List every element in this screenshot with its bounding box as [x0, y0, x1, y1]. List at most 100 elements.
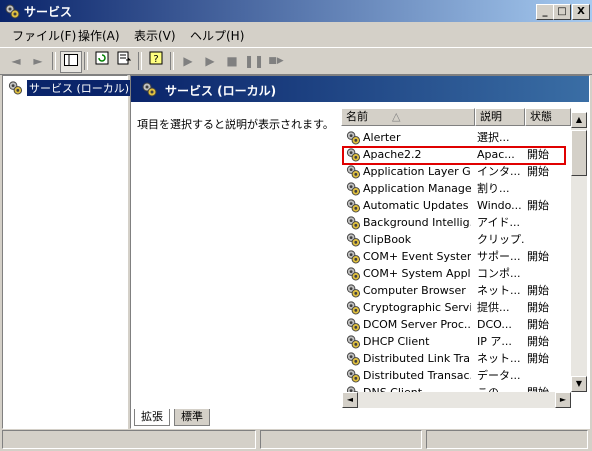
- service-gear-icon: [346, 250, 361, 264]
- toolbar-separator: [84, 52, 88, 70]
- menu-file[interactable]: ファイル(F): [12, 27, 76, 44]
- svg-text:?: ?: [153, 54, 158, 65]
- service-status: 開始: [527, 352, 549, 365]
- scroll-thumb[interactable]: [571, 130, 587, 176]
- toolbar-separator: [170, 52, 174, 70]
- service-gear-icon: [346, 233, 361, 247]
- service-description: データ...: [477, 369, 521, 382]
- service-gear-icon: [346, 216, 361, 230]
- service-gear-icon: [346, 199, 361, 213]
- service-name: DCOM Server Proc...: [363, 318, 471, 331]
- list-item[interactable]: DHCP Client IP ア... 開始: [341, 333, 571, 350]
- service-gear-icon: [346, 318, 361, 332]
- stop-service-icon[interactable]: ■: [222, 51, 242, 71]
- back-arrow-icon[interactable]: ◄: [6, 51, 26, 71]
- list-item[interactable]: COM+ Event System サポー... 開始: [341, 248, 571, 265]
- column-header-status[interactable]: 状態: [525, 108, 571, 126]
- service-name: Distributed Link Tra...: [363, 352, 471, 365]
- window-title: サービス: [24, 5, 73, 19]
- list-item[interactable]: DCOM Server Proc... DCO... 開始: [341, 316, 571, 333]
- minimize-button[interactable]: _: [536, 4, 554, 20]
- scroll-down-arrow-icon[interactable]: ▼: [571, 376, 587, 392]
- list-item[interactable]: Application Layer G... インタ... 開始: [341, 163, 571, 180]
- details-pane: サービス (ローカル) 項目を選択すると説明が表示されます。 名前 △ 説明 状…: [130, 75, 590, 429]
- list-item[interactable]: Automatic Updates Windo... 開始: [341, 197, 571, 214]
- service-name: Background Intellig...: [363, 216, 471, 229]
- sort-ascending-icon: △: [392, 110, 401, 123]
- status-panel: [426, 430, 588, 449]
- service-status: 開始: [527, 165, 549, 178]
- service-status: 開始: [527, 301, 549, 314]
- service-name: Application Layer G...: [363, 165, 471, 178]
- list-item[interactable]: Background Intellig... アイド...: [341, 214, 571, 231]
- service-name: Application Manage...: [363, 182, 471, 195]
- service-name: Distributed Transac...: [363, 369, 471, 382]
- scroll-up-arrow-icon[interactable]: ▲: [571, 112, 587, 128]
- tab-standard[interactable]: 標準: [174, 409, 210, 426]
- details-header: サービス (ローカル): [131, 76, 589, 102]
- menu-view[interactable]: 表示(V): [134, 27, 176, 44]
- menu-help[interactable]: ヘルプ(H): [190, 27, 244, 44]
- column-header-name[interactable]: 名前 △: [341, 108, 475, 126]
- menu-bar: ファイル(F) 操作(A) 表示(V) ヘルプ(H): [0, 24, 592, 44]
- service-gear-icon: [346, 352, 361, 366]
- vertical-scrollbar[interactable]: ▲ ▼: [571, 112, 587, 392]
- pause-service-icon[interactable]: ❚❚: [244, 51, 264, 71]
- service-gear-icon: [346, 165, 361, 179]
- service-gear-icon: [346, 301, 361, 315]
- services-gear-icon: [5, 4, 20, 19]
- scroll-right-arrow-icon[interactable]: ►: [555, 392, 571, 408]
- view-tabs: 拡張 標準: [130, 409, 330, 427]
- export-list-button[interactable]: [114, 51, 134, 71]
- service-description: サポー...: [477, 250, 521, 263]
- list-item[interactable]: Alerter 選択...: [341, 129, 571, 146]
- start-service-icon[interactable]: ▶: [178, 51, 198, 71]
- scroll-left-arrow-icon[interactable]: ◄: [342, 392, 358, 408]
- service-description: Windo...: [477, 199, 522, 212]
- service-description: インタ...: [477, 165, 521, 178]
- list-item[interactable]: Application Manage... 割り...: [341, 180, 571, 197]
- list-item[interactable]: Distributed Link Tra... ネット... 開始: [341, 350, 571, 367]
- help-button[interactable]: ?: [146, 51, 166, 71]
- list-item[interactable]: Cryptographic Servi... 提供... 開始: [341, 299, 571, 316]
- list-item[interactable]: Distributed Transac... データ...: [341, 367, 571, 384]
- service-gear-icon: [346, 131, 361, 145]
- close-button[interactable]: X: [572, 4, 590, 20]
- apache-row-highlight: [342, 146, 566, 165]
- service-status: 開始: [527, 335, 549, 348]
- service-description: クリップ...: [477, 233, 525, 246]
- horizontal-scrollbar[interactable]: ◄ ►: [342, 392, 571, 408]
- status-panel: [260, 430, 422, 449]
- service-gear-icon: [346, 335, 361, 349]
- show-tree-button[interactable]: [60, 51, 82, 73]
- service-description: アイド...: [477, 216, 520, 229]
- service-description: 割り...: [477, 182, 510, 195]
- list-item[interactable]: ClipBook クリップ...: [341, 231, 571, 248]
- service-description: IP ア...: [477, 335, 512, 348]
- toolbar-separator: [138, 52, 142, 70]
- service-description: ネット...: [477, 352, 521, 365]
- status-bar: [2, 430, 590, 449]
- list-item[interactable]: COM+ System Appl... コンポ...: [341, 265, 571, 282]
- status-panel: [2, 430, 256, 449]
- service-status: 開始: [527, 250, 549, 263]
- service-description: 選択...: [477, 131, 510, 144]
- tab-extended[interactable]: 拡張: [134, 409, 170, 426]
- list-item[interactable]: Computer Browser ネット... 開始: [341, 282, 571, 299]
- menu-action[interactable]: 操作(A): [78, 27, 120, 44]
- services-gear-icon: [142, 82, 157, 97]
- description-text: 項目を選択すると説明が表示されます。: [137, 118, 334, 131]
- column-header-description[interactable]: 説明: [475, 108, 525, 126]
- service-description: コンポ...: [477, 267, 521, 280]
- forward-arrow-icon[interactable]: ►: [28, 51, 48, 71]
- maximize-button[interactable]: □: [553, 4, 571, 20]
- service-gear-icon: [346, 267, 361, 281]
- service-name: COM+ Event System: [363, 250, 471, 263]
- refresh-button[interactable]: [92, 51, 112, 71]
- service-gear-icon: [346, 284, 361, 298]
- toolbar-separator: [52, 52, 56, 70]
- services-gear-icon: [8, 81, 23, 95]
- start-service2-icon[interactable]: ▶: [200, 51, 220, 71]
- restart-service-icon[interactable]: ■▶: [266, 51, 286, 71]
- service-status: 開始: [527, 199, 549, 212]
